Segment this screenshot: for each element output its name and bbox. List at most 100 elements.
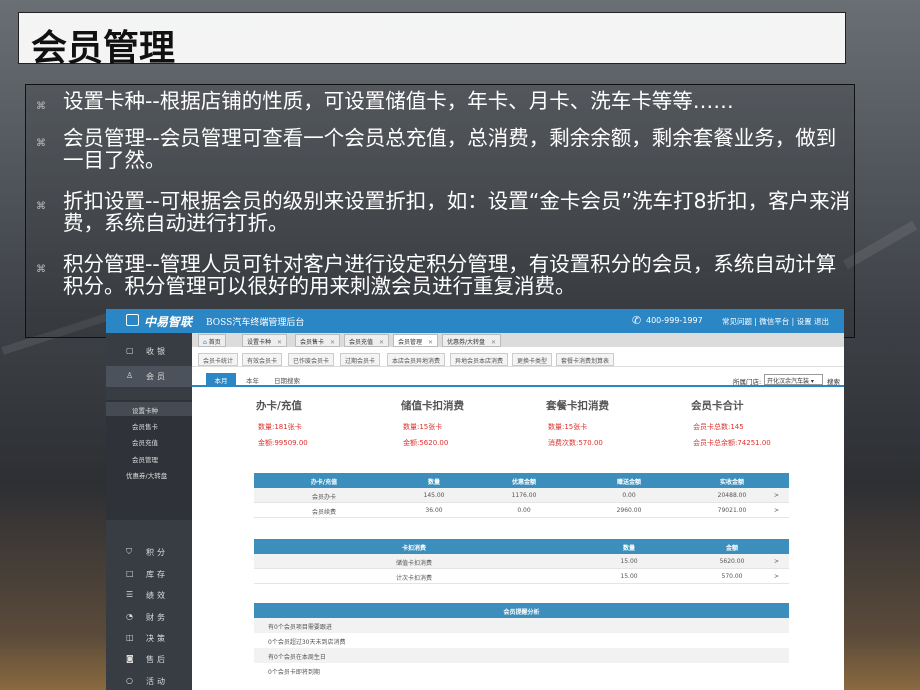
list-item[interactable]: 有0个会员项目需要跟进 xyxy=(254,618,789,633)
sidebar-item-points[interactable]: ⛉ 积分 xyxy=(106,542,192,563)
table-cell: 20488.00 xyxy=(717,492,747,499)
slide-title: 会员管理 xyxy=(31,28,176,69)
store-select[interactable]: 开化汉余汽车装 ▾ xyxy=(764,374,823,385)
tab-sell-card[interactable]: 会员售卡 ✕ xyxy=(295,334,341,347)
bullet-item: ⌘ 积分管理--管理人员可针对客户进行设定积分管理，有设置积分的会员，系统自动计… xyxy=(26,253,851,297)
tab-member-manage[interactable]: 会员管理 ✕ xyxy=(393,334,439,347)
inventory-icon: □ xyxy=(126,569,134,578)
sidebar-item-activity[interactable]: ○ 活动 xyxy=(106,671,192,690)
tab-date-search[interactable]: 日期搜索 xyxy=(268,373,306,386)
sidebar-sub-coupon[interactable]: 优惠券/大转盘 xyxy=(126,470,167,480)
slide-title-box: 会员管理 xyxy=(18,12,846,69)
bullet-item: ⌘ 会员管理--会员管理可查看一个会员总充值，总消费，剩余余额，剩余套餐业务，做… xyxy=(26,127,851,171)
stat-count: 会员卡总数:145 xyxy=(693,423,744,431)
row-arrow-icon[interactable]: > xyxy=(774,492,779,499)
table-header: 卡扣消费 数量 金额 xyxy=(254,539,789,554)
tab-label: 会员管理 xyxy=(398,339,423,346)
table-row[interactable]: 储值卡扣消费 15.00 5620.00 > xyxy=(254,554,789,569)
member-reminder-table: 会员提醒分析 有0个会员项目需要跟进 0个会员超过30天未到店消费 有0个会员在… xyxy=(254,603,789,678)
sidebar-sub-manage[interactable]: 会员管理 xyxy=(132,454,158,464)
sidebar-item-inventory[interactable]: □ 库存 xyxy=(106,564,192,585)
table-cell: 0.00 xyxy=(517,507,531,514)
stat-title: 会员卡合计 xyxy=(691,400,744,412)
table-cell: 15.00 xyxy=(620,558,638,565)
stat-count: 数量:15张卡 xyxy=(548,423,588,431)
tab-label: 会员售卡 xyxy=(300,339,325,346)
sidebar-item-label: 活动 xyxy=(146,677,168,686)
tab-remote-consume[interactable]: 本店会员异地消费 xyxy=(387,353,446,366)
bullet-item: ⌘ 折扣设置--可根据会员的级别来设置折扣，如：设置“金卡会员”洗车打8折扣，客… xyxy=(26,190,851,234)
recharge-table: 办卡/充值 数量 优惠金额 赠送金额 实收金额 会员办卡 145.00 1176… xyxy=(254,473,789,518)
close-icon[interactable]: ✕ xyxy=(277,339,282,346)
hotline-number: 400-999-1997 xyxy=(646,316,703,325)
store-label: 所属门店: xyxy=(733,378,762,386)
stat-package: 套餐卡扣消费 数量:15张卡 消费次数:570.00 xyxy=(546,398,686,458)
sidebar-item-label: 售后 xyxy=(146,655,168,664)
table-cell: 36.00 xyxy=(425,507,443,514)
sidebar-sub-sell-card[interactable]: 会员售卡 xyxy=(132,421,158,431)
table-row[interactable]: 会员续费 36.00 0.00 2960.00 79021.00 > xyxy=(254,503,789,518)
aftersale-icon: ◙ xyxy=(126,654,134,663)
sidebar-item-performance[interactable]: ☰ 绩效 xyxy=(106,585,192,606)
row-arrow-icon[interactable]: > xyxy=(774,558,779,565)
tab-remote-members[interactable]: 异地会员本店消费 xyxy=(450,353,509,366)
tab-label: 设置卡种 xyxy=(247,339,272,346)
sidebar-item-member[interactable]: ♙ 会员 xyxy=(106,366,192,387)
bullet-list: ⌘ 设置卡种--根据店铺的性质，可设置储值卡，年卡、月卡、洗车卡等等…… ⌘ 会… xyxy=(25,84,855,338)
column-header: 金额 xyxy=(725,545,738,552)
bullet-icon: ⌘ xyxy=(36,264,46,275)
table-cell: 储值卡扣消费 xyxy=(395,560,432,567)
column-header: 数量 xyxy=(427,479,440,486)
sidebar-item-label: 财务 xyxy=(146,613,168,622)
sidebar-item-label: 绩效 xyxy=(146,591,168,600)
tab-card-type[interactable]: 设置卡种 ✕ xyxy=(242,334,288,347)
table-header: 会员提醒分析 xyxy=(254,603,789,618)
logo-icon xyxy=(126,314,139,326)
table-header: 办卡/充值 数量 优惠金额 赠送金额 实收金额 xyxy=(254,473,789,488)
row-arrow-icon[interactable]: > xyxy=(774,507,779,514)
tab-package-table[interactable]: 套餐卡消费划算表 xyxy=(556,353,615,366)
tab-void-cards[interactable]: 已作废会员卡 xyxy=(288,353,335,366)
tab-this-month[interactable]: 本月 xyxy=(206,373,236,386)
header-links[interactable]: 常见问题 | 微信平台 | 设置 退出 xyxy=(722,316,829,327)
list-item[interactable]: 有0个会员在本周生日 xyxy=(254,648,789,663)
list-item[interactable]: 0个会员卡即将到期 xyxy=(254,663,789,678)
activity-icon: ○ xyxy=(126,676,133,685)
tab-expired-cards[interactable]: 过期会员卡 xyxy=(340,353,381,366)
list-item[interactable]: 0个会员超过30天未到店消费 xyxy=(254,633,789,648)
table-cell: 会员续费 xyxy=(311,509,336,516)
tab-recharge[interactable]: 会员充值 ✕ xyxy=(344,334,390,347)
stat-amount: 金额:5620.00 xyxy=(403,439,449,447)
stat-total: 会员卡合计 会员卡总数:145 会员卡总余额:74251.00 xyxy=(691,398,831,458)
table-row[interactable]: 会员办卡 145.00 1176.00 0.00 20488.00 > xyxy=(254,488,789,503)
page-tabs: ⌂ 首页 设置卡种 ✕ 会员售卡 ✕ 会员充值 ✕ 会员管理 ✕ 优惠券/大转盘 ✕ xyxy=(192,333,844,347)
sidebar-item-aftersale[interactable]: ◙ 售后 xyxy=(106,649,192,670)
tab-coupon[interactable]: 优惠券/大转盘 ✕ xyxy=(442,334,502,347)
table-cell: 145.00 xyxy=(423,492,445,499)
card-consume-table: 卡扣消费 数量 金额 储值卡扣消费 15.00 5620.00 > 计次卡扣消费… xyxy=(254,539,789,584)
sidebar-item-finance[interactable]: ◔ 财务 xyxy=(106,607,192,628)
search-button[interactable]: 搜索 xyxy=(827,376,840,386)
table-cell: 1176.00 xyxy=(511,492,537,499)
tab-change-card-type[interactable]: 更换卡类型 xyxy=(512,353,553,366)
close-icon[interactable]: ✕ xyxy=(428,339,433,346)
sidebar-item-label: 库存 xyxy=(146,570,168,579)
row-arrow-icon[interactable]: > xyxy=(774,573,779,580)
sidebar-item-cashier[interactable]: ▢ 收银 xyxy=(106,341,192,362)
bullet-text: 设置卡种--根据店铺的性质，可设置储值卡，年卡、月卡、洗车卡等等…… xyxy=(63,89,734,113)
tab-home[interactable]: ⌂ 首页 xyxy=(198,334,226,347)
home-icon: ⌂ xyxy=(203,339,207,346)
member-icon: ♙ xyxy=(126,371,134,380)
sidebar-item-decision[interactable]: ◫ 决策 xyxy=(106,628,192,649)
sidebar-sub-recharge[interactable]: 会员充值 xyxy=(132,437,158,447)
table-cell: 0.00 xyxy=(622,492,636,499)
points-icon: ⛉ xyxy=(126,547,132,556)
tab-this-year[interactable]: 本年 xyxy=(240,373,265,386)
close-icon[interactable]: ✕ xyxy=(330,339,335,346)
tab-card-stats[interactable]: 会员卡统计 xyxy=(198,353,239,366)
tab-valid-cards[interactable]: 有效会员卡 xyxy=(242,353,283,366)
close-icon[interactable]: ✕ xyxy=(379,339,384,346)
sidebar-sub-card-type[interactable]: 设置卡种 xyxy=(106,402,192,416)
table-row[interactable]: 计次卡扣消费 15.00 570.00 > xyxy=(254,569,789,584)
close-icon[interactable]: ✕ xyxy=(491,339,496,346)
